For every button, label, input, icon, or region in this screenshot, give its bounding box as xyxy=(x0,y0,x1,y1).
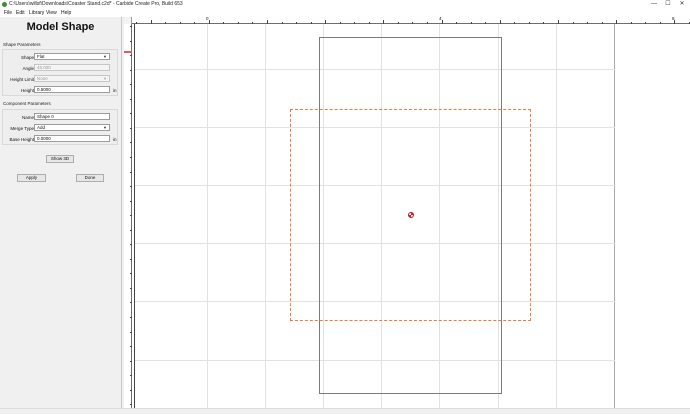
component-parameters-heading: Component Parameters xyxy=(3,101,51,106)
title-bar: C:\Users\willsf\Downloads\Coaster Stand.… xyxy=(0,0,690,9)
shape-label: Shape xyxy=(20,55,34,60)
ruler-corner xyxy=(124,17,132,24)
angle-value: 45.000 xyxy=(37,65,51,70)
name-label: Name xyxy=(21,115,34,120)
base-height-row: Base Height 0.0000 in xyxy=(3,135,119,144)
model-shape-panel: Model Shape Shape Parameters Shape Flat ▼… xyxy=(0,17,121,408)
name-value: Shape 0 xyxy=(37,114,54,119)
shape-select[interactable]: Flat ▼ xyxy=(34,53,110,60)
shape-parameters-group: Shape Flat ▼ Angle 45.000 Height Limit No… xyxy=(2,49,118,96)
maximize-button[interactable]: ☐ xyxy=(662,0,674,9)
close-button[interactable]: ✕ xyxy=(676,0,688,9)
height-label: Height xyxy=(20,88,34,93)
angle-input[interactable]: 45.000 xyxy=(34,64,110,71)
chevron-down-icon: ▼ xyxy=(103,125,107,130)
minimize-button[interactable]: — xyxy=(648,0,660,9)
window-title: C:\Users\willsf\Downloads\Coaster Stand.… xyxy=(9,1,183,7)
height-unit: in xyxy=(113,88,117,93)
height-value: 0.5000 xyxy=(37,87,51,92)
design-canvas[interactable] xyxy=(132,24,690,408)
panel-title: Model Shape xyxy=(26,21,95,33)
base-height-unit: in xyxy=(113,137,117,142)
merge-type-label: Merge Type xyxy=(10,126,34,131)
horizontal-ruler: 0 4 8 xyxy=(124,16,690,24)
height-limit-label: Height Limit xyxy=(10,77,34,82)
vertical-ruler xyxy=(124,24,132,408)
menu-help[interactable]: Help xyxy=(61,9,71,17)
menu-library[interactable]: Library xyxy=(29,9,44,17)
shape-row: Shape Flat ▼ xyxy=(3,53,119,62)
app-icon xyxy=(2,2,7,7)
height-limit-value: None xyxy=(37,76,48,81)
angle-label: Angle xyxy=(22,66,34,71)
base-height-input[interactable]: 0.0000 xyxy=(34,135,110,142)
chevron-down-icon: ▼ xyxy=(103,76,107,81)
ruler-position-marker xyxy=(124,51,132,53)
grid-line-vertical xyxy=(207,24,208,408)
ruler-label-4: 4 xyxy=(439,16,442,21)
merge-type-value: Add xyxy=(37,125,46,130)
show-3d-button[interactable]: Show 3D xyxy=(46,155,74,163)
base-height-label: Base Height xyxy=(9,137,34,142)
height-row: Height 0.5000 in xyxy=(3,86,119,95)
height-input[interactable]: 0.5000 xyxy=(34,86,110,93)
angle-row: Angle 45.000 xyxy=(3,64,119,73)
shape-parameters-heading: Shape Parameters xyxy=(3,42,41,47)
base-height-value: 0.0000 xyxy=(37,136,51,141)
name-row: Name Shape 0 xyxy=(3,113,119,122)
height-limit-select[interactable]: None ▼ xyxy=(34,75,110,82)
apply-button[interactable]: Apply xyxy=(17,174,46,182)
ruler-label-0: 0 xyxy=(206,16,209,21)
height-limit-row: Height Limit None ▼ xyxy=(3,75,119,84)
menu-view[interactable]: View xyxy=(46,9,57,17)
menu-edit[interactable]: Edit xyxy=(16,9,25,17)
merge-type-select[interactable]: Add ▼ xyxy=(34,124,110,131)
name-input[interactable]: Shape 0 xyxy=(34,113,110,120)
origin-marker-icon[interactable] xyxy=(408,212,414,218)
grid-line-vertical xyxy=(556,24,557,408)
menu-bar: File Edit Library View Help xyxy=(0,9,690,17)
grid-line-vertical xyxy=(265,24,266,408)
shape-value: Flat xyxy=(37,54,45,59)
menu-file[interactable]: File xyxy=(4,9,12,17)
done-button[interactable]: Done xyxy=(76,174,104,182)
merge-type-row: Merge Type Add ▼ xyxy=(3,124,119,133)
status-bar xyxy=(0,408,690,414)
ruler-label-8: 8 xyxy=(672,16,675,21)
component-parameters-group: Name Shape 0 Merge Type Add ▼ Base Height… xyxy=(2,109,118,145)
chevron-down-icon: ▼ xyxy=(103,54,107,59)
